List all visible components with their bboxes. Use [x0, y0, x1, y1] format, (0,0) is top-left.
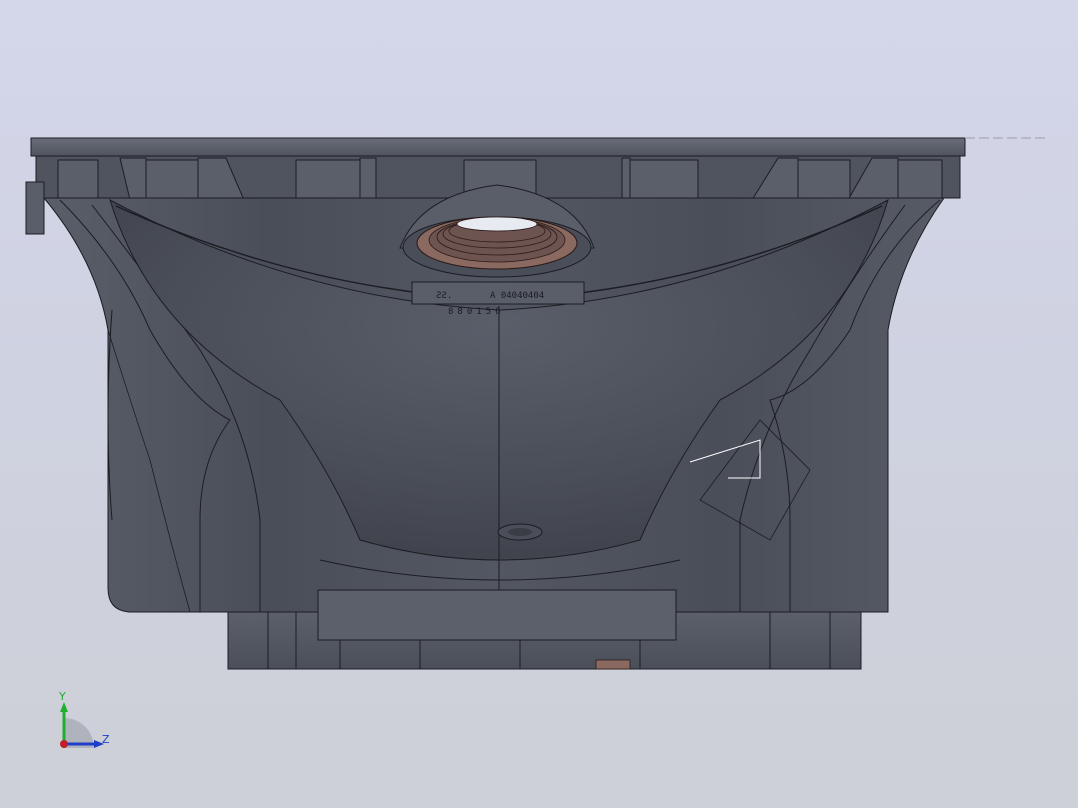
engraving-serial: 880156 — [448, 307, 505, 317]
y-axis-label: Y — [58, 690, 66, 703]
model-scene[interactable]: ƧƧ. A 04040404 880156 Y Z — [0, 0, 1078, 808]
engraving-logo: ƧƧ. — [436, 291, 452, 301]
engraving-part-number: A 04040404 — [490, 291, 544, 301]
graphics-viewport[interactable]: ƧƧ. A 04040404 880156 Y Z — [0, 0, 1078, 808]
left-side-boss[interactable] — [25, 181, 45, 235]
view-triad: Y Z — [58, 690, 110, 748]
x-axis-dot — [60, 740, 68, 748]
z-axis-label: Z — [102, 733, 110, 746]
